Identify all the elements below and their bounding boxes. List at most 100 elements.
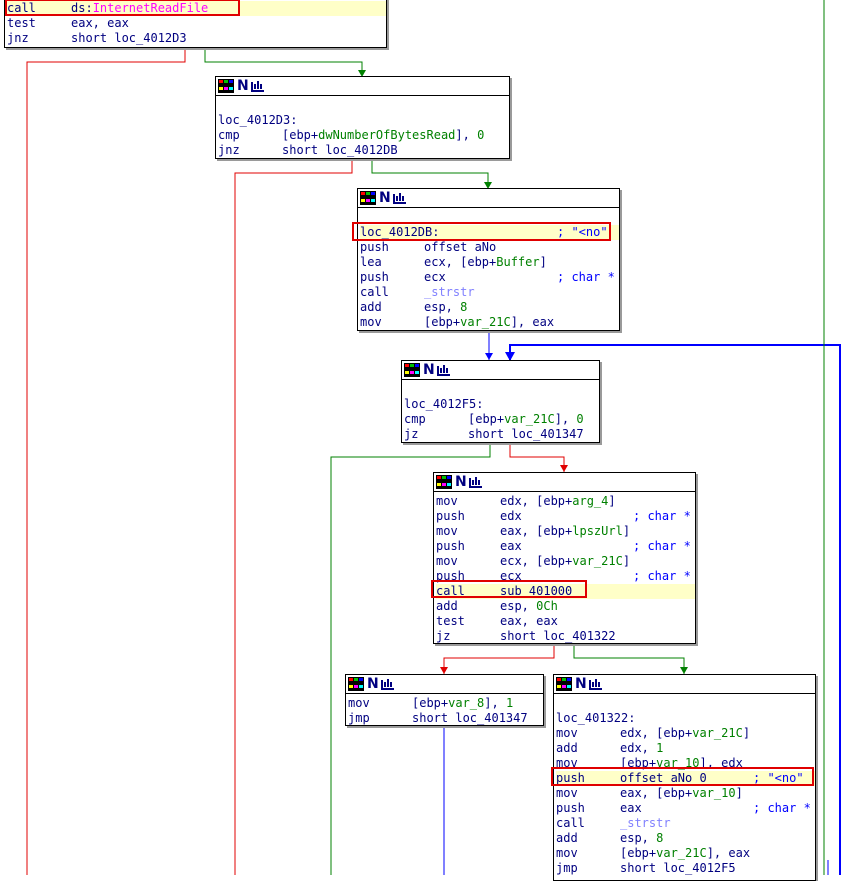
asm-mnemonic[interactable]: mov <box>436 524 500 539</box>
asm-operand-var[interactable]: var_8 <box>448 696 484 710</box>
asm-operand-var[interactable]: var_10 <box>692 786 735 800</box>
asm-operand-num[interactable]: 1 <box>506 696 513 710</box>
asm-instruction-line[interactable]: jmp short loc_401347 <box>348 711 543 726</box>
asm-label-line[interactable] <box>218 98 509 113</box>
asm-instruction-line[interactable]: call _strstr <box>360 285 619 300</box>
asm-instruction-line[interactable]: add esp, 0Ch <box>436 599 695 614</box>
asm-operand-op[interactable]: short loc_401347 <box>412 711 528 725</box>
graph-color-icon[interactable] <box>404 363 420 377</box>
asm-mnemonic[interactable]: push <box>360 240 424 255</box>
asm-mnemonic[interactable]: jmp <box>556 861 620 876</box>
asm-mnemonic[interactable]: push <box>436 509 500 524</box>
asm-mnemonic[interactable]: jnz <box>218 143 282 158</box>
asm-operand-op[interactable]: ] <box>623 554 630 568</box>
asm-mnemonic[interactable]: mov <box>436 554 500 569</box>
asm-operand-op[interactable]: ecx <box>424 270 446 284</box>
asm-operand-var[interactable]: var_21C <box>572 554 623 568</box>
asm-operand-op[interactable]: ecx, [ebp+ <box>500 554 572 568</box>
graph-color-icon[interactable] <box>436 475 452 489</box>
asm-mnemonic[interactable]: mov <box>348 696 412 711</box>
graph-node-set-var_8[interactable]: N mov [ebp+var_8], 1 jmp short loc_401347 <box>345 674 544 726</box>
asm-mnemonic[interactable]: mov <box>360 315 424 330</box>
asm-instruction-line[interactable]: jmp short loc_4012F5 <box>556 861 815 876</box>
asm-instruction-line[interactable]: push edx ; char * <box>436 509 695 524</box>
asm-label-line[interactable]: loc_4012D3: <box>218 113 509 128</box>
asm-operand-op[interactable]: ], <box>555 412 577 426</box>
asm-instruction-line[interactable]: jnz short loc_4012D3 <box>7 31 386 46</box>
asm-operand-op[interactable]: ], <box>484 696 506 710</box>
asm-label-line[interactable]: loc_4012F5: <box>404 397 599 412</box>
asm-instruction-line[interactable]: mov [ebp+var_21C], eax <box>360 315 619 330</box>
asm-instruction-line[interactable]: mov [ebp+var_21C], eax <box>556 846 815 861</box>
asm-mnemonic[interactable]: add <box>436 599 500 614</box>
asm-operand-num[interactable]: 8 <box>656 831 663 845</box>
asm-mnemonic[interactable]: mov <box>436 494 500 509</box>
asm-operand-op[interactable]: eax, [ebp+ <box>620 786 692 800</box>
asm-mnemonic[interactable]: test <box>436 614 500 629</box>
group-nodes-icon[interactable] <box>589 678 603 690</box>
asm-instruction-line[interactable]: add esp, 8 <box>360 300 619 315</box>
asm-instruction-line[interactable]: jnz short loc_4012DB <box>218 143 509 158</box>
asm-mnemonic[interactable]: jnz <box>7 31 71 46</box>
asm-instruction-line[interactable]: jz short loc_401347 <box>404 427 599 442</box>
asm-operand-op[interactable]: edx, [ebp+ <box>500 494 572 508</box>
asm-instruction-line[interactable]: mov eax, [ebp+lpszUrl] <box>436 524 695 539</box>
asm-mnemonic[interactable]: mov <box>556 846 620 861</box>
asm-mnemonic[interactable]: call <box>360 285 424 300</box>
rename-node-icon[interactable]: N <box>237 79 249 93</box>
asm-operand-sub[interactable]: _strstr <box>424 285 475 299</box>
graph-node-loc_4012F5[interactable]: N loc_4012F5: cmp [ebp+var_21C], 0 jz short … <box>401 360 600 443</box>
asm-operand-op[interactable]: esp, <box>424 300 460 314</box>
asm-mnemonic[interactable]: add <box>556 831 620 846</box>
asm-operand-op[interactable]: [ebp+ <box>620 846 656 860</box>
group-nodes-icon[interactable] <box>469 476 483 488</box>
graph-node-0[interactable]: call ds:InternetReadFile test eax, eax jnz sh… <box>4 0 387 48</box>
asm-label[interactable]: loc_4012F5: <box>404 397 483 411</box>
asm-operand-num[interactable]: 8 <box>460 300 467 314</box>
asm-mnemonic[interactable]: jz <box>404 427 468 442</box>
asm-operand-op[interactable]: ecx, [ebp+ <box>424 255 496 269</box>
asm-mnemonic[interactable]: lea <box>360 255 424 270</box>
asm-instruction-line[interactable]: mov edx, [ebp+var_21C] <box>556 726 815 741</box>
asm-operand-op[interactable]: short loc_4012F5 <box>620 861 736 875</box>
asm-mnemonic[interactable]: jz <box>436 629 500 644</box>
asm-operand-num[interactable]: 0Ch <box>536 599 558 613</box>
asm-instruction-line[interactable]: lea ecx, [ebp+Buffer] <box>360 255 619 270</box>
asm-operand-op[interactable]: ] <box>623 524 630 538</box>
asm-operand-op[interactable]: short loc_401347 <box>468 427 584 441</box>
asm-operand-op[interactable]: [ebp+ <box>468 412 504 426</box>
rename-node-icon[interactable]: N <box>379 191 391 205</box>
asm-mnemonic[interactable]: call <box>556 816 620 831</box>
asm-instruction-line[interactable]: push eax ; char * <box>556 801 815 816</box>
group-nodes-icon[interactable] <box>381 678 395 690</box>
asm-instruction-line[interactable]: add edx, 1 <box>556 741 815 756</box>
asm-operand-var[interactable]: var_21C <box>504 412 555 426</box>
asm-operand-var[interactable]: var_21C <box>460 315 511 329</box>
graph-node-loc_401322[interactable]: N loc_401322: mov edx, [ebp+var_21C] add edx… <box>551 674 816 881</box>
asm-mnemonic[interactable]: mov <box>556 786 620 801</box>
asm-label-line[interactable] <box>404 382 599 397</box>
asm-operand-op[interactable]: ] <box>736 786 743 800</box>
asm-instruction-line[interactable]: push eax ; char * <box>436 539 695 554</box>
asm-instruction-line[interactable]: jz short loc_401322 <box>436 629 695 644</box>
asm-operand-op[interactable]: ], <box>455 128 477 142</box>
asm-operand-op[interactable]: ] <box>743 726 750 740</box>
asm-operand-var[interactable]: var_21C <box>656 846 707 860</box>
asm-mnemonic[interactable]: push <box>556 801 620 816</box>
asm-mnemonic[interactable]: jmp <box>348 711 412 726</box>
asm-operand-op[interactable]: short loc_401322 <box>500 629 616 643</box>
asm-operand-op[interactable]: ], eax <box>511 315 554 329</box>
asm-operand-op[interactable]: short loc_4012D3 <box>71 31 187 45</box>
asm-instruction-line[interactable]: test eax, eax <box>436 614 695 629</box>
asm-instruction-line[interactable]: mov ecx, [ebp+var_21C] <box>436 554 695 569</box>
asm-operand-op[interactable]: ] <box>540 255 547 269</box>
rename-node-icon[interactable]: N <box>367 677 379 691</box>
asm-label-line[interactable]: loc_401322: <box>556 711 815 726</box>
graph-node-loc_4012D3[interactable]: N loc_4012D3: cmp [ebp+dwNumberOfBytesRead… <box>215 76 510 159</box>
asm-operand-var[interactable]: var_21C <box>692 726 743 740</box>
graph-node-call-sub_401000[interactable]: N mov edx, [ebp+arg_4] push edx; char * mov e… <box>431 472 696 644</box>
asm-operand-op[interactable]: [ebp+ <box>282 128 318 142</box>
asm-label[interactable]: loc_401322: <box>556 711 635 725</box>
graph-color-icon[interactable] <box>348 677 364 691</box>
asm-mnemonic[interactable]: add <box>556 741 620 756</box>
